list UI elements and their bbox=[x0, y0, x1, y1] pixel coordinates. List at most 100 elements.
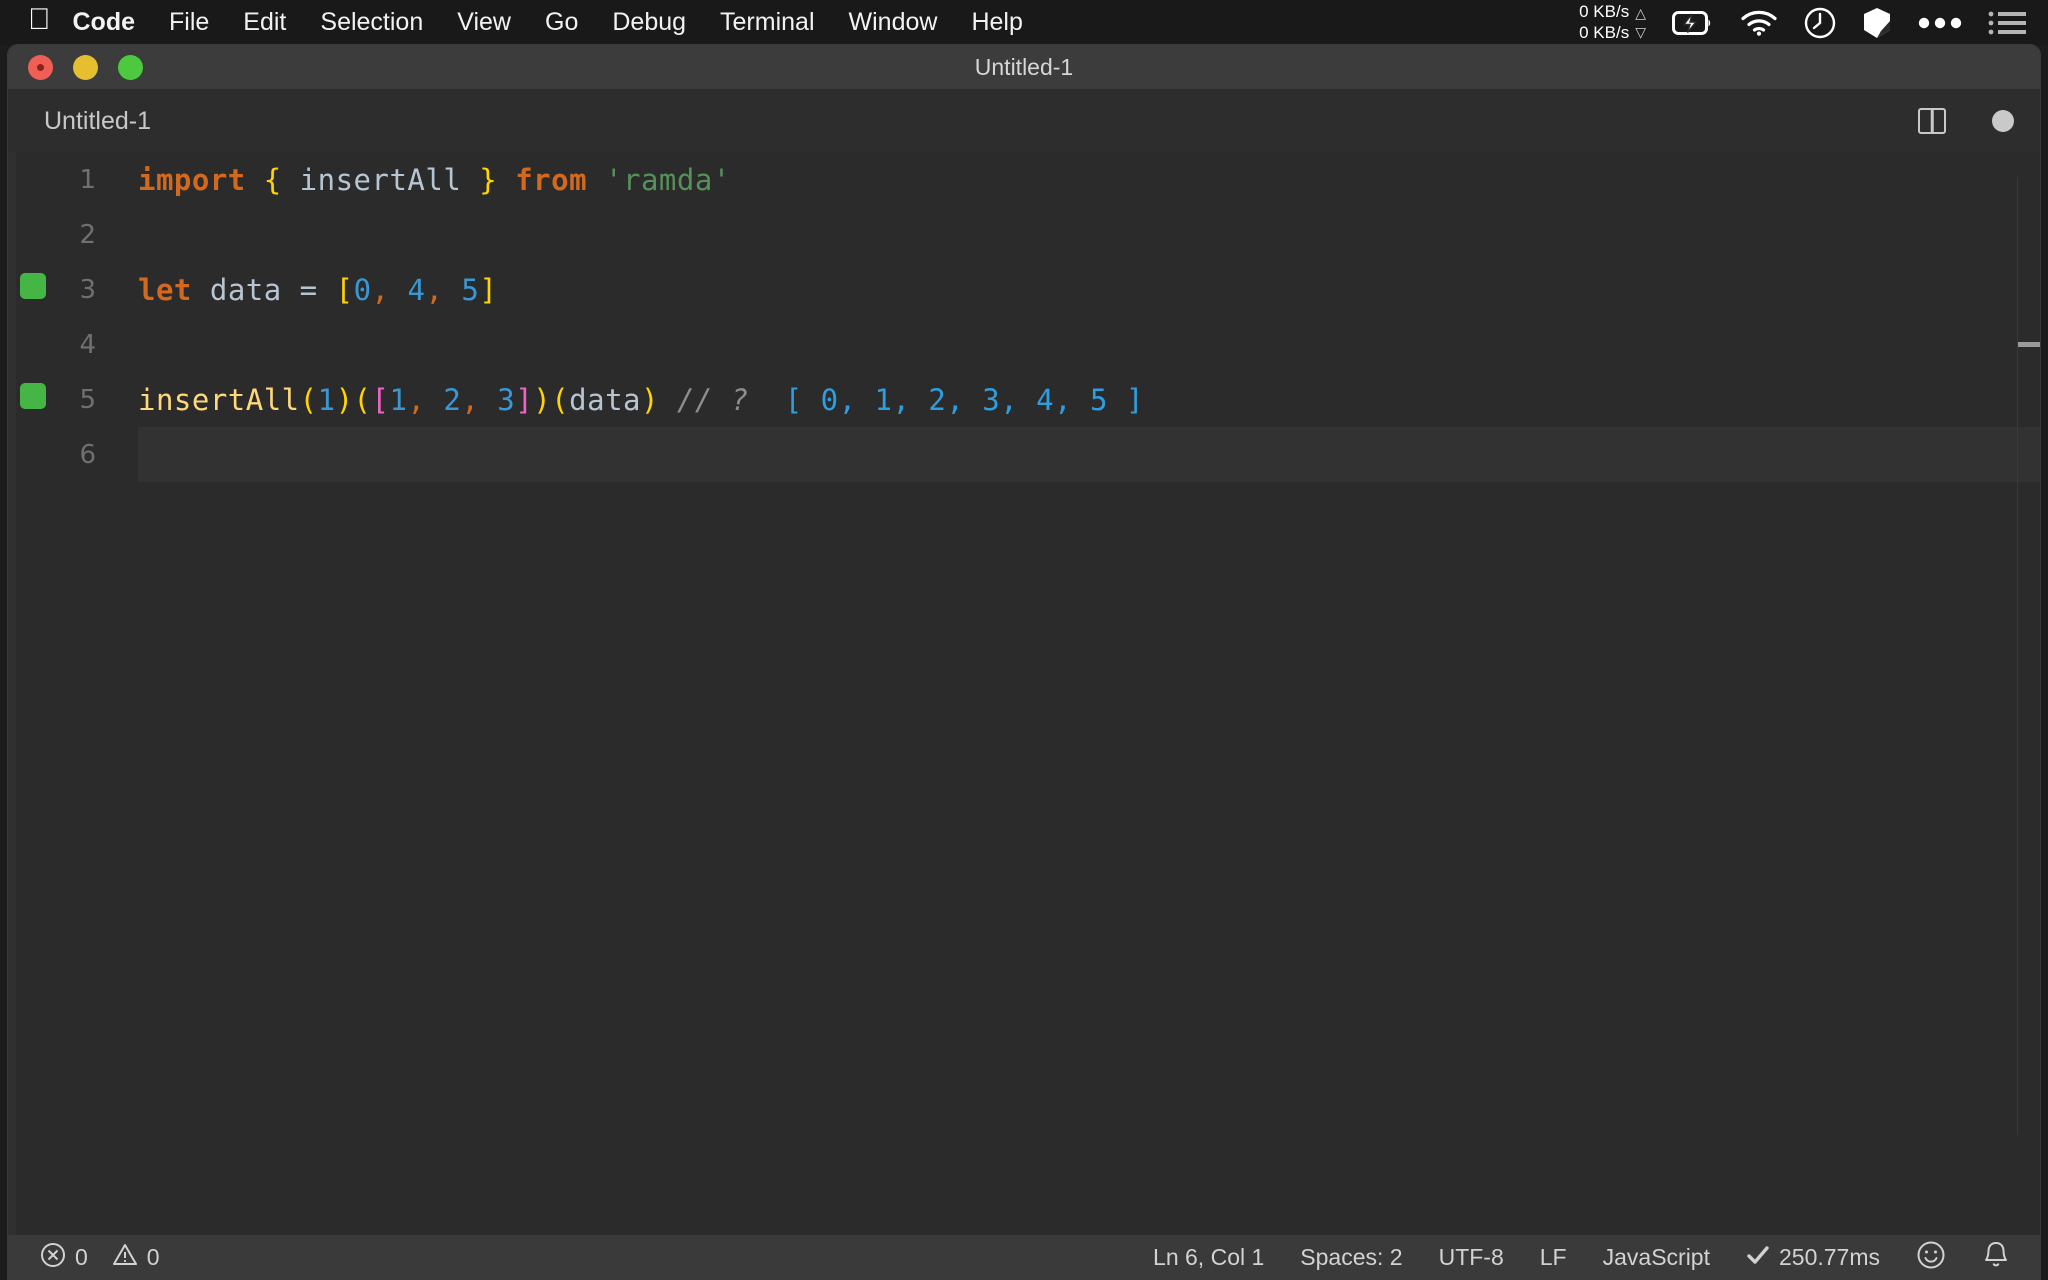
window-title: Untitled-1 bbox=[974, 53, 1074, 80]
tab-untitled-1[interactable]: Untitled-1 bbox=[8, 90, 181, 152]
token-brace: [ bbox=[335, 272, 354, 307]
menu-item-help[interactable]: Help bbox=[971, 8, 1022, 37]
token-op bbox=[587, 163, 605, 197]
error-count: 0 bbox=[75, 1244, 88, 1270]
token-op: = bbox=[299, 272, 318, 307]
token-op bbox=[318, 273, 336, 307]
token-ident: insertAll bbox=[299, 162, 462, 197]
token-sbrack: ] bbox=[515, 382, 534, 417]
token-brace: ] bbox=[479, 272, 498, 307]
split-editor-icon[interactable] bbox=[1918, 108, 1946, 134]
token-num: 1 bbox=[389, 382, 408, 417]
token-num: 1 bbox=[317, 382, 336, 417]
status-bar: 0 0 Ln 6, Col 1 Spaces: 2 UTF-8 LF JavaS… bbox=[8, 1235, 2040, 1280]
menu-item-file[interactable]: File bbox=[169, 8, 209, 37]
token-op bbox=[659, 383, 677, 417]
menu-item-code[interactable]: Code bbox=[73, 8, 136, 37]
warning-count-item[interactable]: 0 bbox=[112, 1242, 160, 1274]
menu-item-edit[interactable]: Edit bbox=[243, 8, 286, 37]
token-fn: insertAll bbox=[138, 382, 300, 417]
token-sbrack: [ bbox=[371, 382, 390, 417]
token-punct: , bbox=[425, 272, 444, 307]
token-paren: ) bbox=[533, 382, 552, 417]
battery-charging-icon[interactable] bbox=[1672, 10, 1714, 36]
menu-item-view[interactable]: View bbox=[457, 8, 511, 37]
window-titlebar: Untitled-1 bbox=[8, 45, 2040, 90]
network-upload-speed: 0 KB/s bbox=[1579, 2, 1630, 22]
menu-item-terminal[interactable]: Terminal bbox=[720, 8, 814, 37]
token-paren: ) bbox=[335, 382, 354, 417]
zoom-window-button[interactable] bbox=[118, 55, 143, 80]
token-op bbox=[282, 163, 300, 197]
network-arrows-icon: △ ▽ bbox=[1635, 4, 1646, 40]
code-line-4[interactable]: 4 bbox=[8, 317, 2040, 372]
menu-item-go[interactable]: Go bbox=[545, 8, 578, 37]
ellipsis-icon[interactable] bbox=[1918, 17, 1962, 29]
bell-icon[interactable] bbox=[1982, 1240, 2010, 1276]
menu-item-window[interactable]: Window bbox=[849, 8, 938, 37]
warning-triangle-icon bbox=[112, 1242, 138, 1274]
error-count-item[interactable]: 0 bbox=[40, 1242, 88, 1274]
token-kw: let bbox=[138, 272, 192, 307]
code-line-2[interactable]: 2 bbox=[8, 207, 2040, 262]
token-num: 0 bbox=[353, 272, 372, 307]
token-op bbox=[443, 273, 461, 307]
token-op bbox=[479, 383, 497, 417]
end-of-line-sequence[interactable]: LF bbox=[1540, 1244, 1567, 1271]
token-op bbox=[749, 383, 785, 417]
token-kw: import bbox=[138, 162, 246, 197]
code-line-5[interactable]: 5 insertAll(1)([1, 2, 3])(data) // ? [ 0,… bbox=[8, 372, 2040, 427]
quokka-live-marker[interactable] bbox=[20, 383, 46, 409]
quokka-live-marker[interactable] bbox=[20, 273, 46, 299]
token-op bbox=[192, 273, 210, 307]
status-bar-right: Ln 6, Col 1 Spaces: 2 UTF-8 LF JavaScrip… bbox=[1153, 1240, 2010, 1276]
token-punct: , bbox=[407, 382, 426, 417]
editor-tab-bar: Untitled-1 bbox=[8, 90, 2040, 152]
language-mode[interactable]: JavaScript bbox=[1603, 1244, 1710, 1271]
token-ident: data bbox=[209, 272, 282, 307]
token-str: 'ramda' bbox=[605, 162, 731, 197]
menu-item-selection[interactable]: Selection bbox=[320, 8, 423, 37]
cube-icon[interactable] bbox=[1862, 7, 1892, 39]
list-icon[interactable] bbox=[1988, 10, 2026, 36]
code-line-3[interactable]: 3 let data = [0, 4, 5] bbox=[8, 262, 2040, 317]
code-line-1[interactable]: 1 import { insertAll } from 'ramda' bbox=[8, 152, 2040, 207]
vscode-window: Untitled-1 Untitled-1 1 import { insertAl… bbox=[8, 45, 2040, 1280]
token-punct: , bbox=[371, 272, 390, 307]
check-icon bbox=[1746, 1244, 1770, 1272]
token-ident: data bbox=[569, 382, 642, 417]
unsaved-changes-icon[interactable] bbox=[1992, 110, 2014, 132]
token-op bbox=[246, 163, 264, 197]
token-paren: ( bbox=[353, 382, 372, 417]
token-kw: from bbox=[515, 162, 588, 197]
token-paren: ) bbox=[641, 382, 659, 417]
line-content bbox=[138, 207, 2040, 262]
apple-logo-icon[interactable]:  bbox=[28, 4, 51, 35]
tab-label: Untitled-1 bbox=[44, 106, 151, 135]
code-lines-container: 1 import { insertAll } from 'ramda' 2 3 let … bbox=[8, 152, 2040, 482]
close-window-button[interactable] bbox=[28, 55, 53, 80]
menu-item-debug[interactable]: Debug bbox=[612, 8, 686, 37]
editor-vertical-scrollbar[interactable] bbox=[2018, 152, 2040, 1235]
file-encoding[interactable]: UTF-8 bbox=[1439, 1244, 1504, 1271]
token-num: 5 bbox=[461, 272, 480, 307]
smiley-icon[interactable] bbox=[1916, 1240, 1946, 1276]
indentation-setting[interactable]: Spaces: 2 bbox=[1300, 1244, 1402, 1271]
run-time-value: 250.77ms bbox=[1778, 1244, 1880, 1270]
line-content bbox=[138, 427, 2040, 482]
cursor-position[interactable]: Ln 6, Col 1 bbox=[1153, 1244, 1264, 1271]
wifi-icon[interactable] bbox=[1740, 9, 1778, 36]
token-op bbox=[282, 273, 300, 307]
token-op bbox=[461, 163, 479, 197]
run-time-item[interactable]: 250.77ms bbox=[1746, 1244, 1880, 1272]
code-line-6[interactable]: 6 bbox=[8, 427, 2040, 482]
minimize-window-button[interactable] bbox=[73, 55, 98, 80]
line-content: import { insertAll } from 'ramda' bbox=[138, 152, 2040, 207]
token-brace: } bbox=[479, 162, 498, 197]
code-editor[interactable]: 1 import { insertAll } from 'ramda' 2 3 let … bbox=[8, 152, 2040, 1235]
clock-icon[interactable] bbox=[1804, 7, 1836, 39]
network-speed-indicator[interactable]: 0 KB/s 0 KB/s △ ▽ bbox=[1579, 2, 1646, 42]
token-op bbox=[425, 383, 443, 417]
gutter-marker-slot bbox=[20, 163, 46, 189]
gutter-marker-slot bbox=[20, 218, 46, 244]
